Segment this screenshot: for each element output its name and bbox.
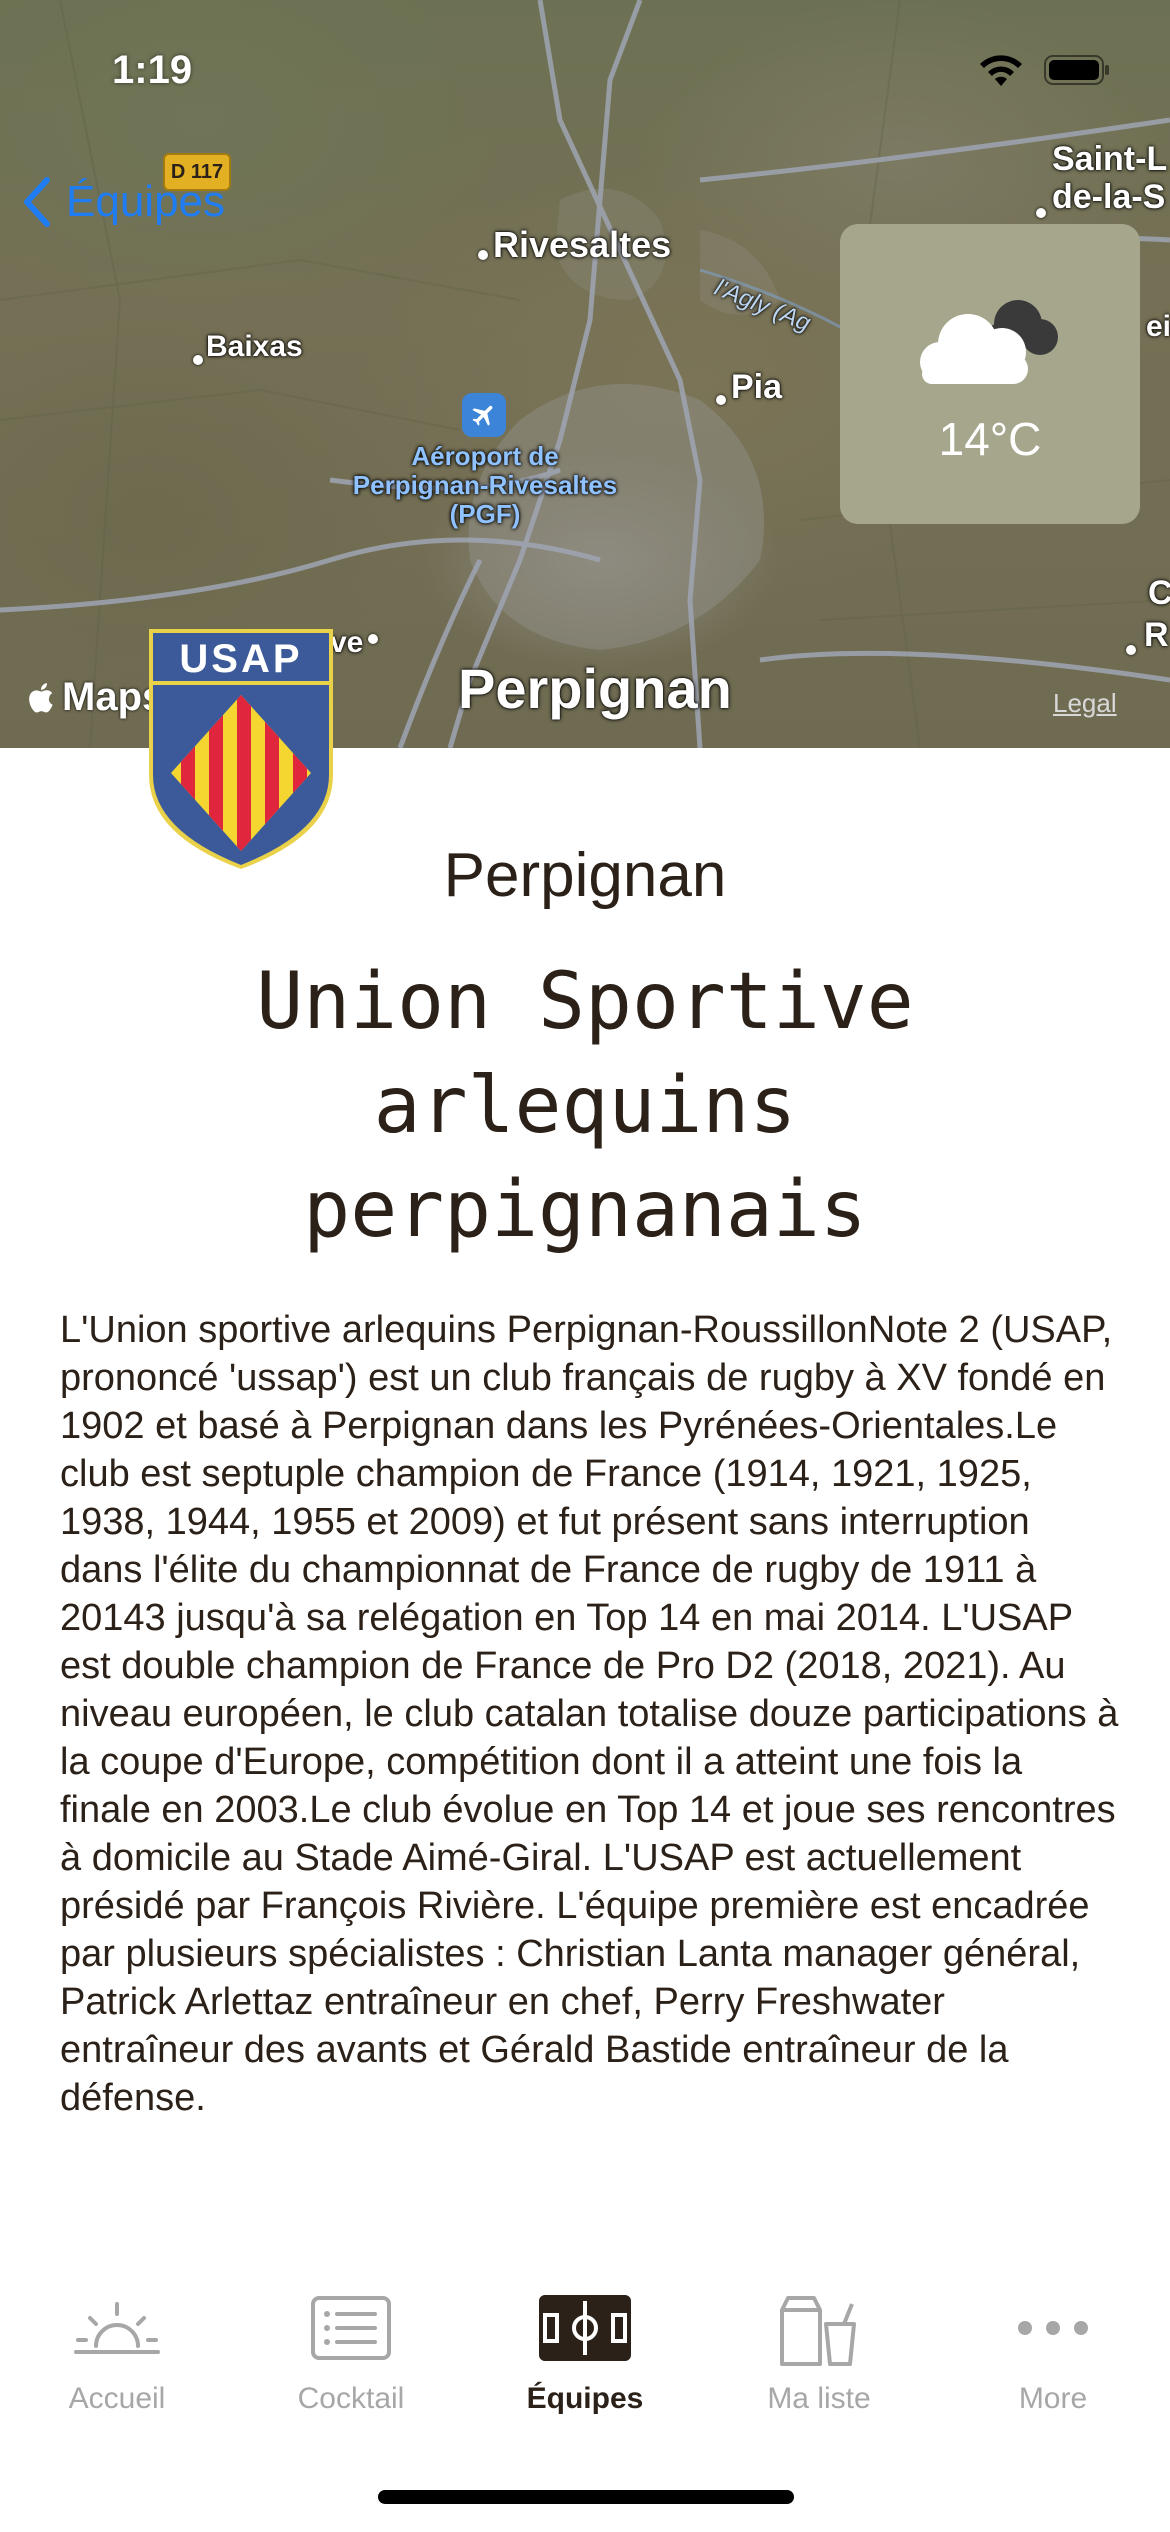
club-city: Perpignan: [443, 841, 727, 910]
tab-label-more: More: [1018, 2382, 1088, 2415]
apple-maps-attribution: Maps: [28, 675, 164, 720]
apple-logo-icon: [29, 682, 53, 712]
club-name: Union Sportive arlequins perpignanais: [256, 957, 914, 1255]
tab-equipes[interactable]: Équipes: [468, 2288, 702, 2438]
map-label-perpignan[interactable]: Perpignan: [458, 656, 732, 721]
tab-ma-liste[interactable]: Ma liste: [702, 2288, 936, 2438]
field-icon: [535, 2288, 635, 2368]
map-label-pia[interactable]: Pia: [731, 368, 782, 407]
map-label-c: C: [1148, 574, 1170, 612]
status-time: 1:19: [112, 48, 193, 92]
map-label-ei: ei: [1146, 310, 1170, 343]
svg-text:USAP: USAP: [179, 637, 302, 681]
chevron-left-icon: [24, 177, 50, 227]
back-button-label: Équipes: [66, 177, 226, 226]
wifi-icon: [980, 55, 1022, 86]
map-pin-ve: [368, 634, 378, 644]
map-pin-pia: [716, 395, 726, 405]
map-label-saint-l: Saint-L: [1052, 140, 1168, 178]
airport-icon[interactable]: [462, 393, 506, 437]
tab-accueil[interactable]: Accueil: [0, 2288, 234, 2438]
list-icon: [301, 2288, 401, 2368]
map-pin-saint-l: [1036, 208, 1046, 218]
tab-label-cocktail: Cocktail: [297, 2382, 405, 2415]
sunrise-icon: [67, 2288, 167, 2368]
legal-link[interactable]: Legal: [1053, 688, 1117, 719]
map-pin-rivesaltes: [478, 250, 488, 260]
weather-temperature: 14°C: [938, 413, 1042, 465]
home-indicator[interactable]: [378, 2490, 794, 2504]
tab-cocktail[interactable]: Cocktail: [234, 2288, 468, 2438]
airport-label[interactable]: Aéroport de Perpignan-Rivesaltes (PGF): [350, 442, 620, 529]
more-icon: [1003, 2288, 1103, 2368]
map-label-de-la-s: de-la-S: [1052, 178, 1166, 216]
club-crest-logo: USAP: [149, 629, 333, 869]
club-description: L'Union sportive arlequins Perpignan-Rou…: [60, 1309, 1119, 2119]
map-label-r: R: [1144, 616, 1169, 654]
battery-icon: [1044, 55, 1109, 85]
map-label-rivesaltes[interactable]: Rivesaltes: [493, 224, 671, 266]
map-pin-baixas: [193, 355, 203, 365]
map-label-baixas[interactable]: Baixas: [206, 330, 303, 364]
shopping-bag-icon: [769, 2288, 869, 2368]
tab-label-accueil: Accueil: [68, 2382, 166, 2415]
partly-cloudy-icon: [920, 300, 1058, 384]
map-pin-r: [1126, 645, 1136, 655]
back-button[interactable]: Équipes: [22, 176, 225, 228]
tab-label-equipes: Équipes: [526, 2382, 644, 2415]
weather-card: 14°C: [840, 224, 1140, 524]
tab-more[interactable]: More: [936, 2288, 1170, 2438]
status-icons: [976, 52, 1110, 88]
tab-label-ma-liste: Ma liste: [767, 2382, 871, 2415]
